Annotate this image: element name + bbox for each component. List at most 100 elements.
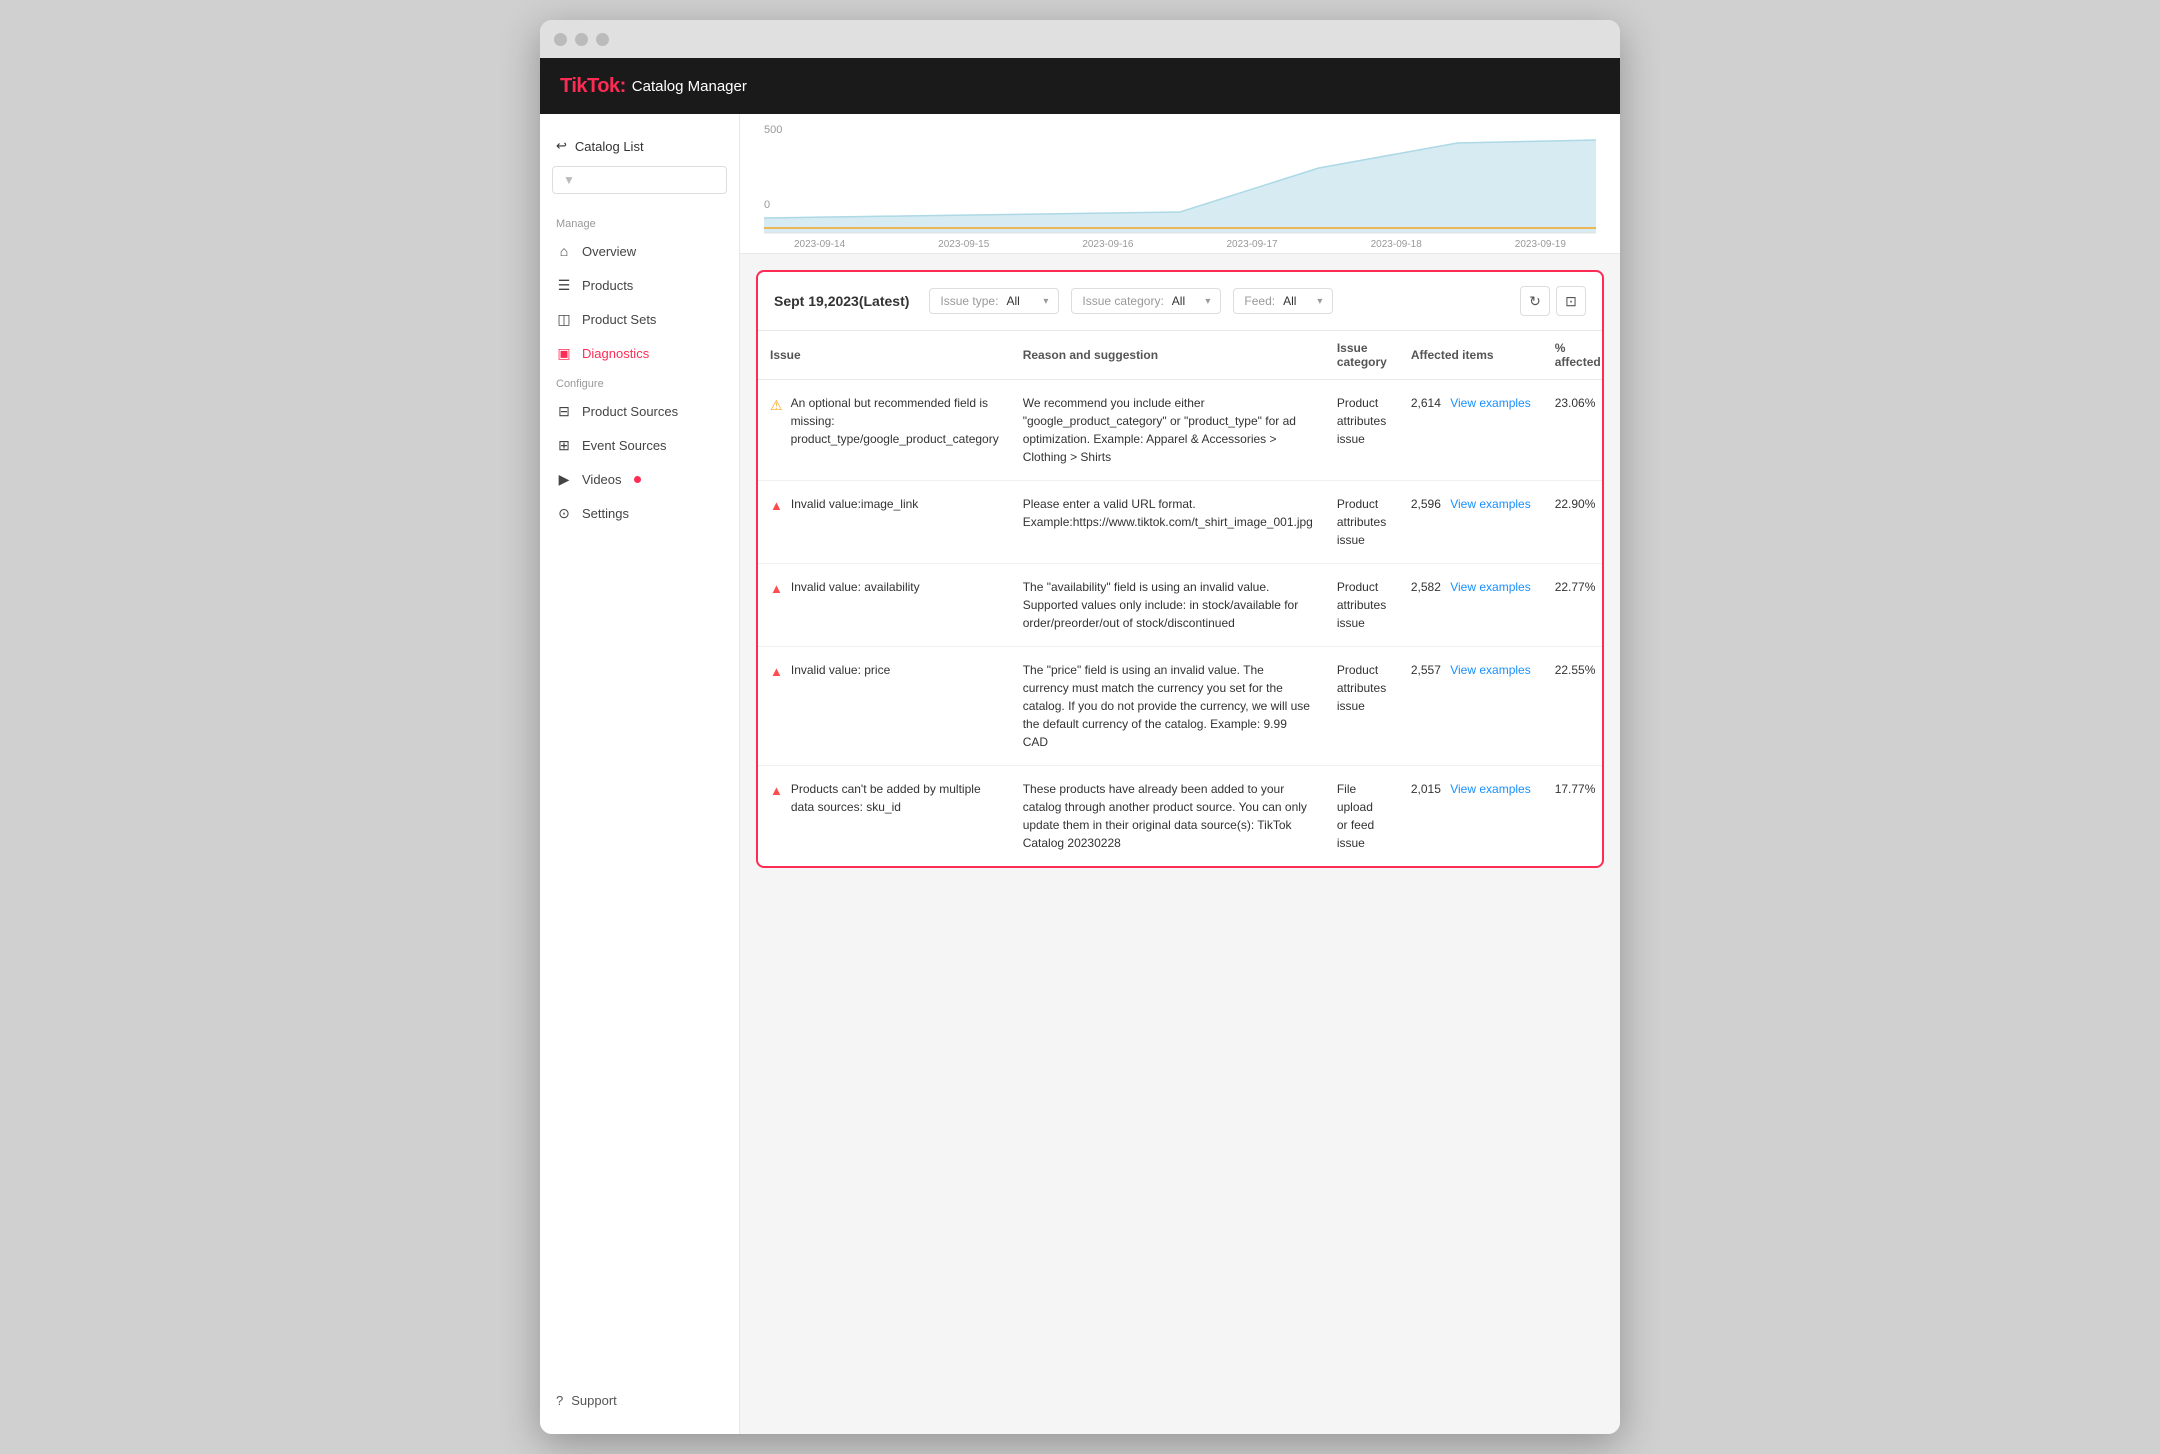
percent-cell-4: 17.77%: [1543, 766, 1604, 867]
table-row: ⚠ An optional but recommended field is m…: [758, 380, 1604, 481]
issue-cell-2: ▲ Invalid value: availability: [758, 564, 1011, 647]
affected-cell-4: 2,015 View examples: [1399, 766, 1543, 867]
error-icon-1: ▲: [770, 496, 783, 516]
maximize-dot: [596, 33, 609, 46]
issue-category-label: Issue category:: [1082, 294, 1163, 308]
feed-label: Feed:: [1244, 294, 1275, 308]
videos-badge: [634, 476, 641, 483]
issue-cell-3: ▲ Invalid value: price: [758, 647, 1011, 766]
view-examples-link-3[interactable]: View examples: [1450, 663, 1530, 677]
affected-num-0: 2,614: [1411, 396, 1441, 410]
issue-type-chevron: ▾: [1043, 296, 1048, 307]
app-title: Catalog Manager: [632, 78, 747, 95]
x-label-4: 2023-09-18: [1371, 239, 1422, 250]
back-icon: ↩: [556, 138, 567, 154]
sidebar-item-event-sources[interactable]: ⊞ Event Sources: [540, 428, 739, 462]
chart-svg: [764, 138, 1596, 238]
warn-icon-0: ⚠: [770, 395, 783, 416]
affected-num-1: 2,596: [1411, 497, 1441, 511]
table-row: ▲ Invalid value:image_link Please enter …: [758, 481, 1604, 564]
issue-text-3: Invalid value: price: [791, 661, 890, 679]
affected-num-3: 2,557: [1411, 663, 1441, 677]
sidebar-item-product-sets[interactable]: ◫ Product Sets: [540, 302, 739, 336]
issue-category-value: All: [1172, 294, 1185, 308]
manage-section-label: Manage: [540, 210, 739, 234]
issue-category-filter[interactable]: Issue category: All ▾: [1071, 288, 1221, 314]
home-icon: ⌂: [556, 243, 572, 259]
x-label-0: 2023-09-14: [794, 239, 845, 250]
x-label-5: 2023-09-19: [1515, 239, 1566, 250]
view-examples-link-0[interactable]: View examples: [1450, 396, 1530, 410]
feed-value: All: [1283, 294, 1296, 308]
issue-type-filter[interactable]: Issue type: All ▾: [929, 288, 1059, 314]
sidebar-item-label: Videos: [582, 472, 622, 487]
sidebar-item-label: Settings: [582, 506, 629, 521]
reason-cell-2: The "availability" field is using an inv…: [1011, 564, 1325, 647]
issue-cell-4: ▲ Products can't be added by multiple da…: [758, 766, 1011, 867]
sidebar-item-products[interactable]: ☰ Products: [540, 268, 739, 302]
refresh-button[interactable]: ↻: [1520, 286, 1550, 316]
main-layout: ↩ Catalog List ▼ Manage ⌂ Overview ☰ Pro…: [540, 114, 1620, 1434]
support-label: Support: [571, 1393, 617, 1408]
table-header: Issue Reason and suggestion Issue catego…: [758, 331, 1604, 380]
affected-num-4: 2,015: [1411, 782, 1441, 796]
product-sources-icon: ⊟: [556, 403, 572, 419]
sidebar-item-label: Product Sets: [582, 312, 656, 327]
products-icon: ☰: [556, 277, 572, 293]
reason-cell-1: Please enter a valid URL format. Example…: [1011, 481, 1325, 564]
table-row: ▲ Products can't be added by multiple da…: [758, 766, 1604, 867]
issues-table: Issue Reason and suggestion Issue catego…: [758, 331, 1604, 866]
diagnostics-icon: ▣: [556, 345, 572, 361]
reason-cell-0: We recommend you include either "google_…: [1011, 380, 1325, 481]
panel-date: Sept 19,2023(Latest): [774, 293, 909, 309]
catalog-list-label: Catalog List: [575, 139, 644, 154]
event-sources-icon: ⊞: [556, 437, 572, 453]
sidebar-item-settings[interactable]: ⊙ Settings: [540, 496, 739, 530]
app-logo: TikTok:: [560, 75, 626, 98]
settings-icon: ⊙: [556, 505, 572, 521]
error-icon-4: ▲: [770, 781, 783, 801]
issue-category-chevron: ▾: [1205, 296, 1210, 307]
category-cell-4: File upload or feed issue: [1325, 766, 1399, 867]
sidebar-item-label: Products: [582, 278, 633, 293]
col-percent: % affected: [1543, 331, 1604, 380]
product-sets-icon: ◫: [556, 311, 572, 327]
app-header: TikTok: Catalog Manager: [540, 58, 1620, 114]
issue-cell-1: ▲ Invalid value:image_link: [758, 481, 1011, 564]
export-button[interactable]: ⊡: [1556, 286, 1586, 316]
col-reason: Reason and suggestion: [1011, 331, 1325, 380]
minimize-dot: [575, 33, 588, 46]
percent-cell-3: 22.55%: [1543, 647, 1604, 766]
issue-text-0: An optional but recommended field is mis…: [791, 394, 999, 448]
reason-cell-4: These products have already been added t…: [1011, 766, 1325, 867]
sidebar-item-diagnostics[interactable]: ▣ Diagnostics: [540, 336, 739, 370]
col-issue: Issue: [758, 331, 1011, 380]
category-cell-0: Product attributes issue: [1325, 380, 1399, 481]
support-link[interactable]: ? Support: [540, 1383, 739, 1418]
issue-text-2: Invalid value: availability: [791, 578, 920, 596]
view-examples-link-4[interactable]: View examples: [1450, 782, 1530, 796]
category-cell-3: Product attributes issue: [1325, 647, 1399, 766]
catalog-list-back[interactable]: ↩ Catalog List: [540, 130, 739, 166]
content-area: 500 0 2023-09-14: [740, 114, 1620, 1434]
chart-y-zero: 0: [764, 199, 770, 211]
view-examples-link-1[interactable]: View examples: [1450, 497, 1530, 511]
feed-chevron: ▾: [1317, 296, 1322, 307]
issue-type-value: All: [1006, 294, 1019, 308]
affected-cell-0: 2,614 View examples: [1399, 380, 1543, 481]
error-icon-2: ▲: [770, 579, 783, 599]
diagnostics-panel: Sept 19,2023(Latest) Issue type: All ▾ I…: [756, 270, 1604, 868]
view-examples-link-2[interactable]: View examples: [1450, 580, 1530, 594]
chart-y-max: 500: [764, 124, 782, 136]
logo-dot: :: [620, 75, 626, 97]
affected-cell-3: 2,557 View examples: [1399, 647, 1543, 766]
feed-filter[interactable]: Feed: All ▾: [1233, 288, 1333, 314]
affected-num-2: 2,582: [1411, 580, 1441, 594]
catalog-dropdown[interactable]: ▼: [552, 166, 727, 194]
sidebar-item-product-sources[interactable]: ⊟ Product Sources: [540, 394, 739, 428]
sidebar-item-videos[interactable]: ▶ Videos: [540, 462, 739, 496]
x-label-1: 2023-09-15: [938, 239, 989, 250]
sidebar-item-overview[interactable]: ⌂ Overview: [540, 234, 739, 268]
error-icon-3: ▲: [770, 662, 783, 682]
reason-cell-3: The "price" field is using an invalid va…: [1011, 647, 1325, 766]
